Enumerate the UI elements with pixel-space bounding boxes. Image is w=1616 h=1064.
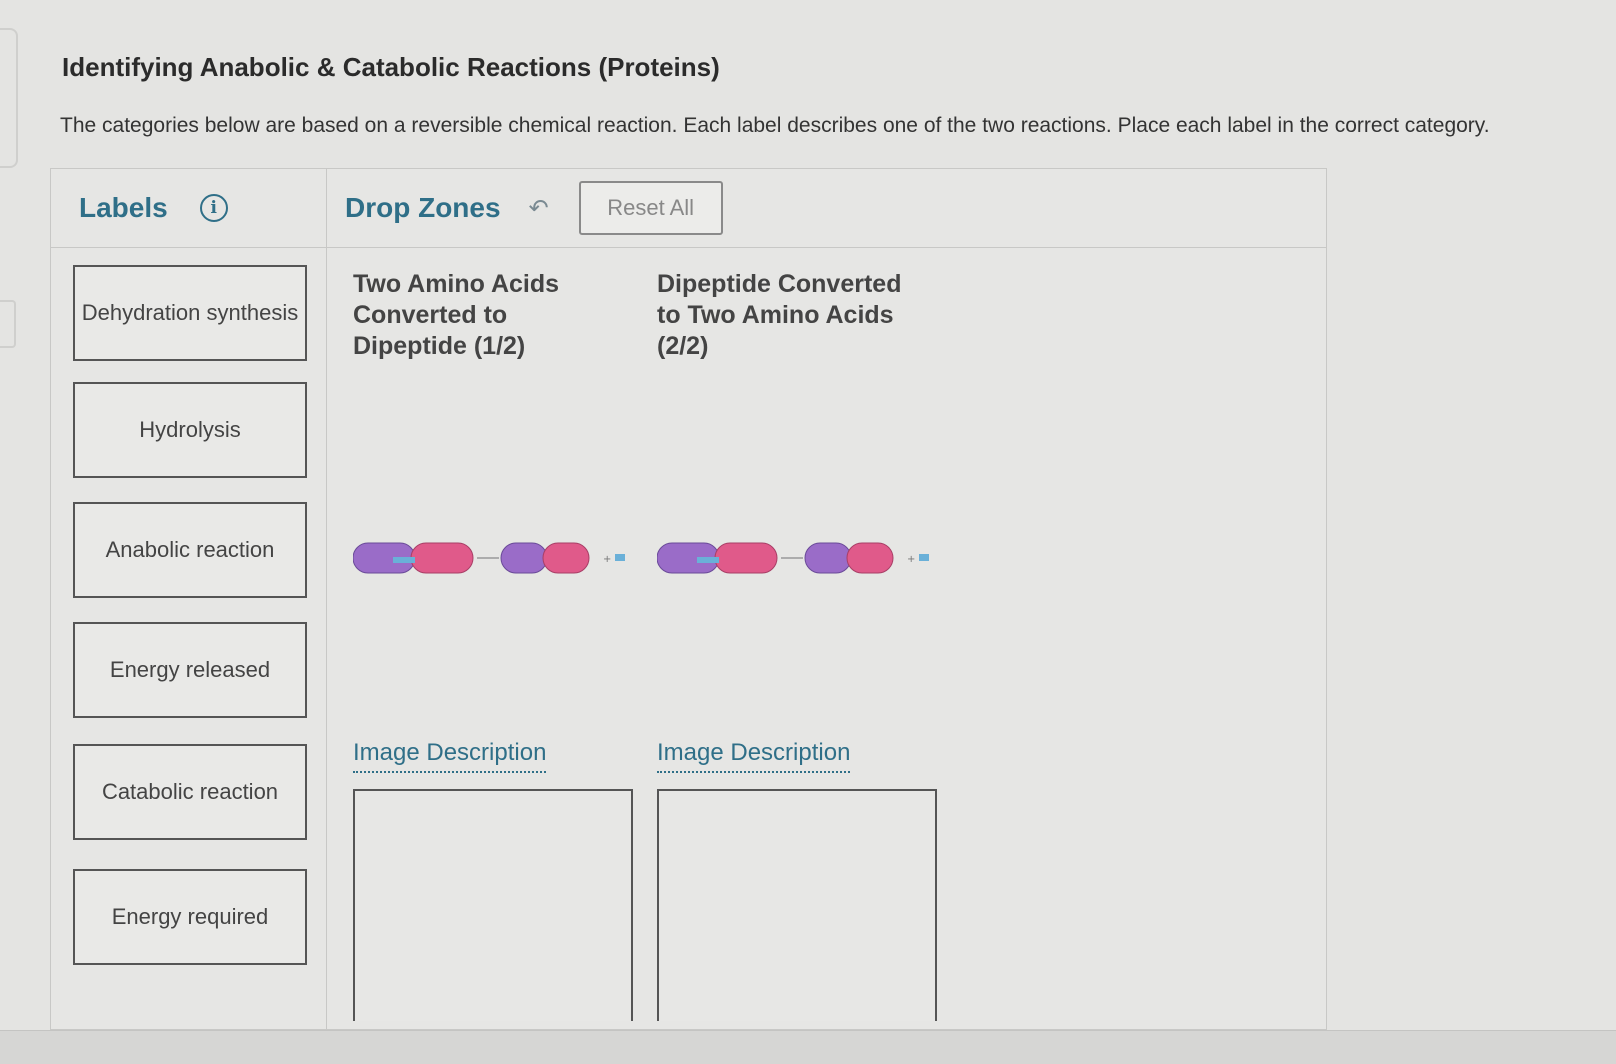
page-title: Identifying Anabolic & Catabolic Reactio… (62, 52, 720, 82)
labels-column: Labels i Dehydration synthesis Hydrolysi… (51, 169, 327, 1029)
left-edge-tab (0, 28, 18, 168)
amino-acid-reaction-image: + (353, 542, 625, 574)
image-description-link[interactable]: Image Description (353, 739, 547, 773)
bottom-toolbar (0, 1030, 1616, 1064)
drop-zones-title: Drop Zones (345, 192, 501, 223)
labels-title: Labels (79, 192, 168, 223)
activity-panel: Labels i Dehydration synthesis Hydrolysi… (50, 168, 1327, 1030)
label-card-anabolic-reaction[interactable]: Anabolic reaction (73, 502, 307, 598)
left-edge-tab-small (0, 300, 16, 348)
info-icon[interactable]: i (199, 194, 228, 222)
instructions-text: The categories below are based on a reve… (60, 114, 1490, 137)
drop-zone-title: Dipeptide Converted to Two Amino Acids (… (657, 270, 902, 360)
drop-zone-1: Two Amino Acids Converted to Dipeptide (… (353, 269, 643, 1021)
label-card-hydrolysis[interactable]: Hydrolysis (73, 382, 307, 478)
label-card-energy-required[interactable]: Energy required (73, 869, 307, 965)
drop-zone-title: Two Amino Acids Converted to Dipeptide (… (353, 270, 560, 360)
drop-target-box[interactable] (353, 789, 633, 1021)
undo-icon[interactable]: ↶ (529, 194, 549, 222)
reset-all-button[interactable]: Reset All (578, 181, 723, 235)
drop-zones-column: Drop Zones ↶ Reset All Two Amino Acids C… (327, 169, 1326, 1029)
label-card-energy-released[interactable]: Energy released (73, 622, 307, 718)
image-description-link[interactable]: Image Description (657, 739, 851, 773)
label-card-dehydration-synthesis[interactable]: Dehydration synthesis (73, 265, 307, 361)
labels-header: Labels i (51, 169, 326, 248)
svg-text:+: + (907, 554, 915, 565)
dipeptide-reaction-image: + (657, 542, 929, 574)
drop-zone-2: Dipeptide Converted to Two Amino Acids (… (657, 269, 947, 1021)
drop-zones-header: Drop Zones ↶ Reset All (327, 169, 1326, 248)
label-card-catabolic-reaction[interactable]: Catabolic reaction (73, 744, 307, 840)
drop-target-box[interactable] (657, 789, 937, 1021)
svg-text:+: + (603, 554, 611, 565)
